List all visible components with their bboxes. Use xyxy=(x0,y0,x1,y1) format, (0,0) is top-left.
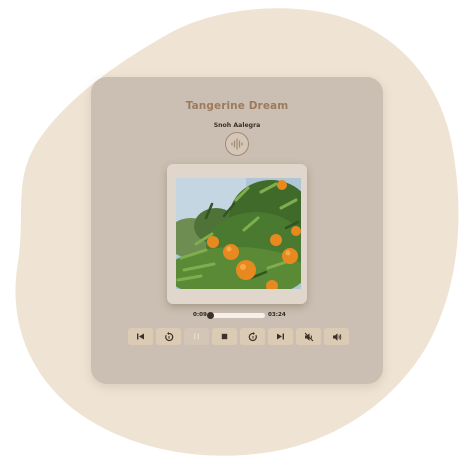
waveform-icon xyxy=(231,138,243,150)
waveform-button[interactable] xyxy=(225,132,249,156)
current-time: 0:09 xyxy=(193,312,207,318)
total-time: 03:24 xyxy=(268,312,286,318)
rewind-button[interactable] xyxy=(156,328,181,345)
fast-forward-icon xyxy=(248,331,257,341)
rewind-icon xyxy=(164,331,173,341)
fast-forward-button[interactable] xyxy=(240,328,265,345)
player-card: Tangerine Dream Snoh Aalegra 0:09 03:24 xyxy=(91,77,383,384)
skip-back-icon xyxy=(137,333,144,340)
track-artist: Snoh Aalegra xyxy=(213,122,261,129)
stop-icon xyxy=(221,333,228,340)
volume-icon xyxy=(332,332,341,341)
volume-mute-icon xyxy=(304,332,313,341)
track-title: Tangerine Dream xyxy=(185,100,289,112)
album-art xyxy=(176,178,301,289)
skip-forward-button[interactable] xyxy=(268,328,293,345)
page: Tangerine Dream Snoh Aalegra 0:09 03:24 xyxy=(0,0,461,457)
stop-button[interactable] xyxy=(212,328,237,345)
album-art-frame xyxy=(167,164,307,304)
skip-forward-icon xyxy=(277,333,284,340)
mute-button[interactable] xyxy=(296,328,321,345)
volume-button[interactable] xyxy=(324,328,349,345)
playback-controls xyxy=(128,328,349,345)
pause-button[interactable] xyxy=(184,328,209,345)
skip-back-button[interactable] xyxy=(128,328,153,345)
progress-track[interactable] xyxy=(207,312,265,319)
pause-icon xyxy=(194,333,199,340)
progress-thumb[interactable] xyxy=(207,312,215,319)
